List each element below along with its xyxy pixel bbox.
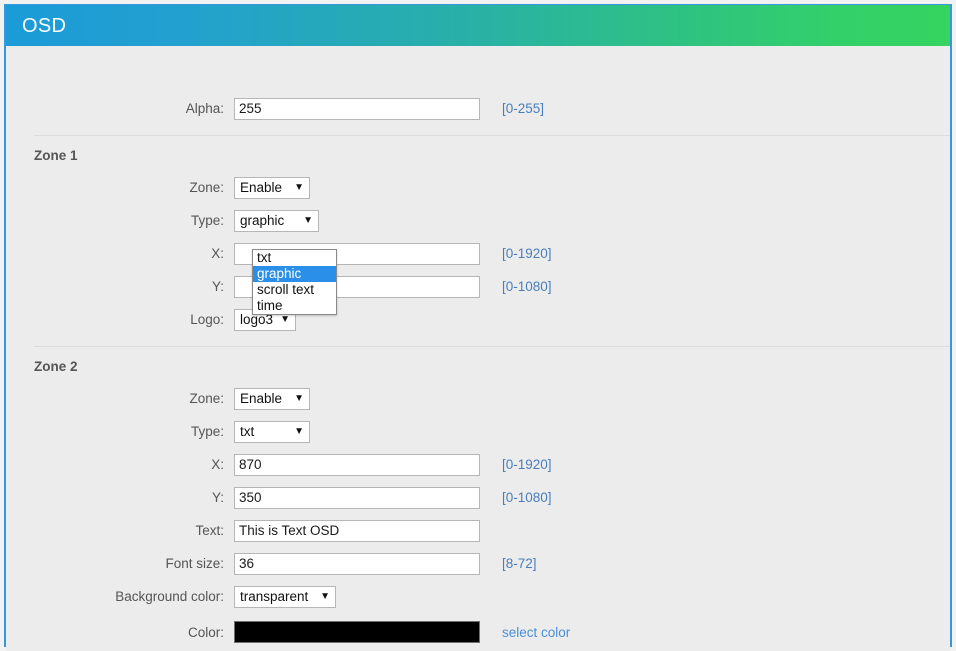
chevron-down-icon: ▼ [320, 590, 330, 602]
zone1-type-value: graphic [240, 212, 285, 228]
alpha-label: Alpha: [185, 101, 224, 116]
row-zone2-x: X: [0-1920] [6, 448, 950, 481]
zone2-type-value: txt [240, 423, 255, 439]
zone1-type-dropdown-popup[interactable]: txt graphic scroll text time [252, 249, 337, 315]
zone1-zone-select[interactable]: Enable ▼ [234, 176, 310, 199]
osd-window: OSD Alpha: [0-255] Zone 1 Zone: Enable ▼ [4, 4, 952, 651]
alpha-input[interactable] [234, 97, 480, 120]
row-zone2-color: Color: select color [6, 613, 950, 651]
zone2-bgcolor-select[interactable]: transparent ▼ [234, 585, 336, 608]
zone1-type-label: Type: [190, 213, 224, 228]
row-zone1-y: Y: [0-1080] [6, 270, 950, 303]
select-color-link[interactable]: select color [502, 625, 570, 640]
zone2-text-label: Text: [195, 523, 224, 538]
zone2-zone-select[interactable]: Enable ▼ [234, 387, 310, 410]
dropdown-option[interactable]: time [253, 298, 336, 314]
zone2-x-hint: [0-1920] [502, 457, 552, 472]
chevron-down-icon: ▼ [294, 425, 304, 437]
zone2-zone-label: Zone: [189, 391, 224, 406]
zone2-fontsize-input[interactable] [234, 552, 480, 575]
alpha-hint: [0-255] [502, 101, 545, 116]
zone2-title: Zone 2 [34, 359, 78, 374]
zone1-zone-control: Enable ▼ [234, 176, 310, 199]
row-zone2-y: Y: [0-1080] [6, 481, 950, 514]
dropdown-option[interactable]: graphic [253, 266, 336, 282]
zone2-y-control: [0-1080] [234, 486, 552, 509]
zone1-logo-label: Logo: [190, 312, 224, 327]
zone2-text-input[interactable] [234, 519, 480, 542]
zone2-y-label: Y: [211, 490, 224, 505]
chevron-down-icon: ▼ [294, 392, 304, 404]
zone1-zone-label: Zone: [189, 180, 224, 195]
zone1-zone-value: Enable [240, 179, 283, 195]
chevron-down-icon: ▼ [303, 214, 313, 226]
zone1-x-hint: [0-1920] [502, 246, 552, 261]
zone2-x-label: X: [211, 457, 224, 472]
row-zone2-zone: Zone: Enable ▼ [6, 382, 950, 415]
zone2-color-control: select color [234, 621, 570, 643]
zone2-color-label: Color: [187, 624, 224, 640]
zone2-bgcolor-label: Background color: [115, 589, 224, 604]
dropdown-option[interactable]: txt [253, 250, 336, 266]
zone1-y-label: Y: [211, 279, 224, 294]
chevron-down-icon: ▼ [294, 181, 304, 193]
row-alpha: Alpha: [0-255] [6, 92, 950, 125]
zone2-text-control [234, 519, 480, 542]
zone2-fontsize-label: Font size: [165, 556, 224, 571]
osd-form-body: Alpha: [0-255] Zone 1 Zone: Enable ▼ Typ… [6, 46, 950, 651]
zone2-bgcolor-value: transparent [240, 588, 309, 604]
zone2-x-input[interactable] [234, 453, 480, 476]
row-zone2-text: Text: [6, 514, 950, 547]
chevron-down-icon: ▼ [280, 313, 290, 325]
dropdown-option[interactable]: scroll text [253, 282, 336, 298]
zone2-y-input[interactable] [234, 486, 480, 509]
row-zone2-type: Type: txt ▼ [6, 415, 950, 448]
zone2-type-select[interactable]: txt ▼ [234, 420, 310, 443]
zone2-fontsize-control: [8-72] [234, 552, 537, 575]
zone1-type-select[interactable]: graphic ▼ [234, 209, 319, 232]
zone2-color-swatch[interactable] [234, 621, 480, 643]
zone1-title: Zone 1 [34, 148, 78, 163]
osd-header-bar: OSD [6, 5, 950, 55]
row-zone2-fontsize: Font size: [8-72] [6, 547, 950, 580]
row-zone1-type: Type: graphic ▼ [6, 204, 950, 237]
zone2-type-label: Type: [190, 424, 224, 439]
zone2-zone-value: Enable [240, 390, 283, 406]
zone1-type-control: graphic ▼ [234, 209, 319, 232]
row-zone1-zone: Zone: Enable ▼ [6, 171, 950, 204]
zone1-y-hint: [0-1080] [502, 279, 552, 294]
zone2-bgcolor-control: transparent ▼ [234, 585, 336, 608]
page-title: OSD [22, 15, 67, 37]
zone2-x-control: [0-1920] [234, 453, 552, 476]
row-zone1-x: X: [0-1920] [6, 237, 950, 270]
alpha-control: [0-255] [234, 97, 545, 120]
row-zone2-bgcolor: Background color: transparent ▼ [6, 580, 950, 613]
zone2-zone-control: Enable ▼ [234, 387, 310, 410]
zone1-x-label: X: [211, 246, 224, 261]
zone2-fontsize-hint: [8-72] [502, 556, 537, 571]
row-zone1-logo: Logo: logo3 ▼ [6, 303, 950, 336]
zone2-y-hint: [0-1080] [502, 490, 552, 505]
zone2-type-control: txt ▼ [234, 420, 310, 443]
top-spacer [6, 46, 950, 92]
